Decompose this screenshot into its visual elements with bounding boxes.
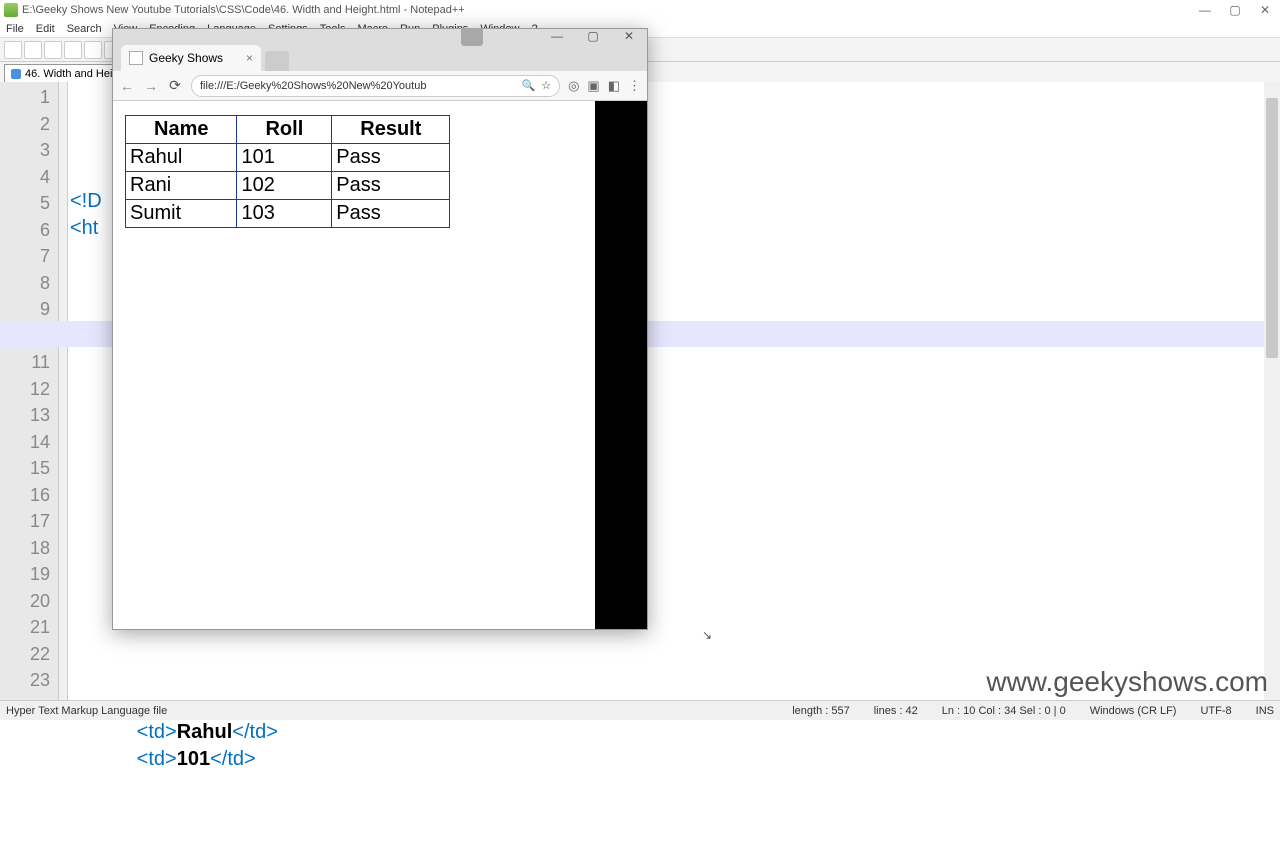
favicon-icon bbox=[129, 51, 143, 65]
chrome-tab-active[interactable]: Geeky Shows × bbox=[121, 45, 261, 71]
status-filetype: Hyper Text Markup Language file bbox=[6, 705, 167, 717]
chrome-minimize-button[interactable]: — bbox=[539, 29, 575, 43]
toolbar-open-icon[interactable] bbox=[24, 41, 42, 59]
status-encoding: UTF-8 bbox=[1200, 705, 1231, 717]
data-table: Name Roll Result Rahul 101 Pass Rani 102… bbox=[125, 115, 450, 228]
chrome-newtab-button[interactable] bbox=[265, 51, 289, 71]
th-result: Result bbox=[332, 116, 450, 144]
vertical-scrollbar[interactable] bbox=[1264, 82, 1280, 700]
page-black-column bbox=[595, 101, 647, 629]
zoom-icon[interactable]: 🔍 bbox=[521, 79, 535, 92]
npp-maximize-button[interactable]: ▢ bbox=[1220, 3, 1250, 17]
chrome-profile-icon[interactable] bbox=[461, 28, 483, 46]
chrome-window: — ▢ ✕ Geeky Shows × ← → ⟳ file:///E:/Gee… bbox=[112, 28, 648, 630]
toolbar-close-icon[interactable] bbox=[84, 41, 102, 59]
menu-search[interactable]: Search bbox=[67, 23, 102, 35]
ext-other-icon[interactable]: ◧ bbox=[608, 78, 620, 94]
resize-cursor-icon: ↘ bbox=[702, 628, 712, 642]
menu-edit[interactable]: Edit bbox=[36, 23, 55, 35]
th-roll: Roll bbox=[237, 116, 332, 144]
forward-icon[interactable]: → bbox=[143, 78, 159, 94]
th-name: Name bbox=[126, 116, 237, 144]
npp-titlebar: E:\Geeky Shows New Youtube Tutorials\CSS… bbox=[0, 0, 1280, 20]
npp-title-text: E:\Geeky Shows New Youtube Tutorials\CSS… bbox=[22, 4, 465, 16]
line-gutter: 123 456 789 101112 131415 161718 192021 … bbox=[0, 82, 58, 700]
ext-cast-icon[interactable]: ◎ bbox=[568, 78, 579, 94]
url-text: file:///E:/Geeky%20Shows%20New%20Youtub bbox=[200, 80, 515, 92]
status-eol: Windows (CR LF) bbox=[1090, 705, 1177, 717]
chrome-tabstrip: Geeky Shows × bbox=[113, 43, 647, 71]
chrome-maximize-button[interactable]: ▢ bbox=[575, 29, 611, 43]
back-icon[interactable]: ← bbox=[119, 78, 135, 94]
code-line-1: <!D bbox=[70, 190, 102, 212]
npp-statusbar: Hyper Text Markup Language file length :… bbox=[0, 700, 1280, 720]
star-icon[interactable]: ☆ bbox=[541, 79, 551, 92]
address-bar[interactable]: file:///E:/Geeky%20Shows%20New%20Youtub … bbox=[191, 75, 560, 97]
watermark-text: www.geekyshows.com bbox=[986, 666, 1268, 698]
npp-close-button[interactable]: ✕ bbox=[1250, 3, 1280, 17]
table-row: Sumit 103 Pass bbox=[126, 200, 450, 228]
chrome-toolbar: ← → ⟳ file:///E:/Geeky%20Shows%20New%20Y… bbox=[113, 71, 647, 101]
table-header-row: Name Roll Result bbox=[126, 116, 450, 144]
table-row: Rahul 101 Pass bbox=[126, 144, 450, 172]
chrome-viewport: Name Roll Result Rahul 101 Pass Rani 102… bbox=[113, 101, 647, 629]
status-ins: INS bbox=[1256, 705, 1274, 717]
toolbar-save-icon[interactable] bbox=[44, 41, 62, 59]
reload-icon[interactable]: ⟳ bbox=[167, 77, 183, 94]
file-modified-icon bbox=[11, 69, 21, 79]
status-lines: lines : 42 bbox=[874, 705, 918, 717]
fold-margin[interactable] bbox=[58, 82, 68, 700]
chrome-menu-icon[interactable]: ⋮ bbox=[628, 78, 641, 94]
status-position: Ln : 10 Col : 34 Sel : 0 | 0 bbox=[942, 705, 1066, 717]
tab-close-icon[interactable]: × bbox=[246, 51, 253, 65]
table-row: Rani 102 Pass bbox=[126, 172, 450, 200]
npp-minimize-button[interactable]: — bbox=[1190, 3, 1220, 17]
code-line-2: <ht bbox=[70, 217, 98, 239]
ext-adblock-icon[interactable]: ▣ bbox=[587, 78, 599, 94]
chrome-titlebar: — ▢ ✕ bbox=[113, 29, 647, 43]
menu-file[interactable]: File bbox=[6, 23, 24, 35]
chrome-tab-title: Geeky Shows bbox=[149, 51, 223, 65]
npp-app-icon bbox=[4, 3, 18, 17]
scrollbar-thumb[interactable] bbox=[1266, 98, 1278, 358]
chrome-close-button[interactable]: ✕ bbox=[611, 29, 647, 43]
toolbar-saveall-icon[interactable] bbox=[64, 41, 82, 59]
status-length: length : 557 bbox=[792, 705, 850, 717]
toolbar-new-icon[interactable] bbox=[4, 41, 22, 59]
